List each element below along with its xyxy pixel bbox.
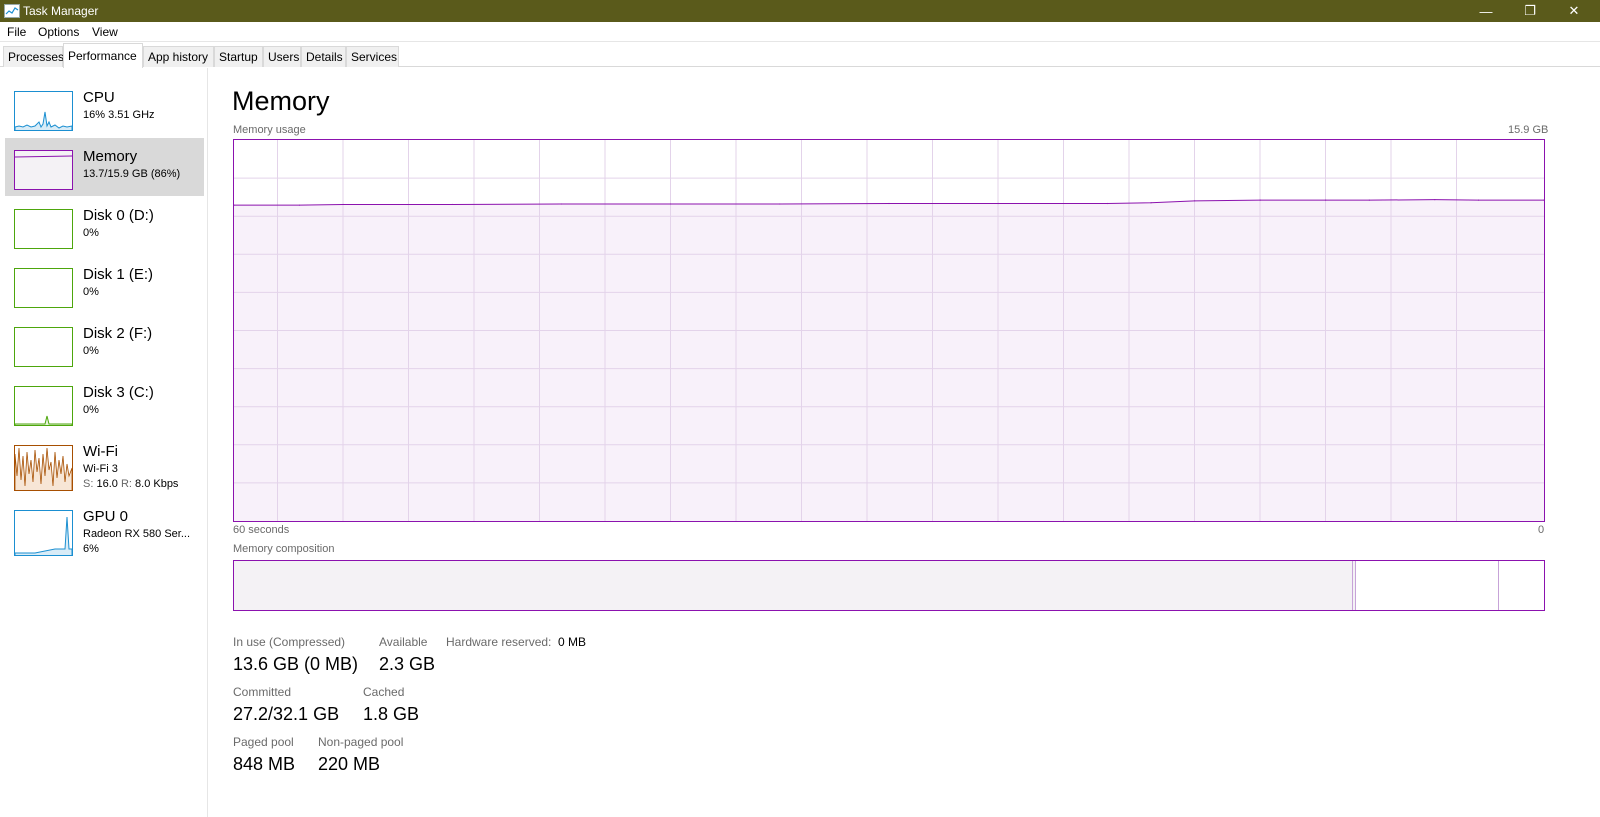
paged-pool-label: Paged pool bbox=[233, 735, 294, 749]
minimize-button[interactable]: — bbox=[1464, 0, 1508, 22]
sidebar-item-throughput: S: 16.0 R: 8.0 Kbps bbox=[83, 478, 179, 490]
cpu-thumbnail-graph bbox=[14, 91, 73, 131]
minimize-icon: — bbox=[1479, 3, 1493, 19]
hardware-reserved-value: 0 MB bbox=[558, 635, 587, 649]
sidebar-item-label: CPU bbox=[83, 89, 115, 106]
restore-button[interactable]: ❐ bbox=[1508, 0, 1552, 22]
memory-usage-point bbox=[1368, 199, 1370, 201]
memory-usage-point bbox=[670, 203, 672, 205]
memory-usage-max: 15.9 GB bbox=[1508, 124, 1549, 136]
restore-icon: ❐ bbox=[1524, 3, 1536, 18]
tab-processes[interactable]: Processes bbox=[3, 46, 64, 67]
memory-usage-point bbox=[888, 202, 890, 205]
memory-thumbnail-graph bbox=[14, 150, 73, 190]
sidebar-item-memory[interactable]: Memory 13.7/15.9 GB (86%) bbox=[5, 138, 204, 196]
sidebar-item-label: Memory bbox=[83, 148, 138, 165]
graph-time-end: 0 bbox=[1538, 524, 1545, 536]
sidebar-item-label: GPU 0 bbox=[83, 508, 129, 525]
memory-usage-point bbox=[1106, 202, 1108, 205]
close-icon: ✕ bbox=[1568, 3, 1580, 18]
composition-in-use-segment[interactable] bbox=[234, 561, 1353, 610]
memory-usage-point bbox=[779, 203, 781, 205]
available-label: Available bbox=[379, 635, 428, 649]
cached-value: 1.8 GB bbox=[363, 704, 420, 724]
sidebar-item-label: Disk 2 (F:) bbox=[83, 325, 153, 342]
graph-time-start: 60 seconds bbox=[233, 524, 290, 536]
menu-bar: File Options View bbox=[0, 22, 1600, 42]
memory-usage-chart bbox=[234, 140, 1544, 521]
cached-label: Cached bbox=[363, 685, 405, 699]
wifi-thumbnail-graph bbox=[14, 445, 73, 491]
sidebar-item-detail: 0% bbox=[83, 345, 99, 357]
sidebar-item-disk-1[interactable]: Disk 1 (E:) 0% bbox=[5, 256, 204, 314]
memory-composition-label: Memory composition bbox=[233, 543, 335, 555]
sidebar-item-utilization: 6% bbox=[83, 543, 99, 555]
menu-view[interactable]: View bbox=[92, 25, 118, 39]
sidebar-item-gpu-0[interactable]: GPU 0 Radeon RX 580 Ser... 6% bbox=[5, 498, 204, 558]
in-use-value: 13.6 GB (0 MB) bbox=[233, 654, 359, 674]
sidebar-item-cpu[interactable]: CPU 16% 3.51 GHz bbox=[5, 79, 204, 137]
sidebar-item-detail: Radeon RX 580 Ser... bbox=[83, 528, 191, 540]
disk-thumbnail-graph bbox=[14, 386, 73, 426]
gpu-thumbnail-graph bbox=[14, 510, 73, 556]
sidebar-item-label: Disk 0 (D:) bbox=[83, 207, 154, 224]
paged-pool-value: 848 MB bbox=[233, 754, 296, 774]
memory-usage-graph bbox=[233, 139, 1545, 522]
sidebar-item-detail: 0% bbox=[83, 227, 99, 239]
memory-usage-point bbox=[451, 203, 453, 206]
task-manager-icon bbox=[4, 4, 20, 18]
memory-usage-label: Memory usage bbox=[233, 124, 306, 136]
memory-usage-point bbox=[1325, 199, 1327, 201]
composition-standby-segment[interactable] bbox=[1356, 561, 1499, 610]
close-button[interactable]: ✕ bbox=[1552, 0, 1596, 22]
sidebar-item-label: Disk 1 (E:) bbox=[83, 266, 154, 283]
memory-usage-point bbox=[1150, 202, 1152, 204]
tab-users[interactable]: Users bbox=[263, 46, 301, 67]
title-bar: Task Manager — ❐ ✕ bbox=[0, 0, 1600, 22]
tab-app-history[interactable]: App history bbox=[143, 46, 214, 67]
sidebar-item-detail: 16% 3.51 GHz bbox=[83, 109, 155, 121]
memory-usage-point bbox=[1194, 200, 1196, 202]
sidebar-item-detail: 0% bbox=[83, 404, 99, 416]
non-paged-pool-label: Non-paged pool bbox=[318, 735, 404, 749]
sidebar-item-detail: 13.7/15.9 GB (86%) bbox=[83, 168, 181, 180]
hardware-reserved-label: Hardware reserved: bbox=[446, 635, 552, 649]
disk-thumbnail-graph bbox=[14, 209, 73, 249]
memory-usage-point bbox=[342, 203, 344, 206]
performance-sidebar: CPU 16% 3.51 GHz Memory 13.7/15.9 GB (86… bbox=[0, 68, 208, 817]
memory-usage-point bbox=[1477, 199, 1480, 201]
sidebar-item-label: Disk 3 (C:) bbox=[83, 384, 154, 401]
sidebar-item-detail: 0% bbox=[83, 286, 99, 298]
memory-usage-area bbox=[234, 199, 1544, 521]
disk-thumbnail-graph bbox=[14, 268, 73, 308]
tab-startup[interactable]: Startup bbox=[214, 46, 263, 67]
committed-label: Committed bbox=[233, 685, 292, 699]
memory-usage-point bbox=[1259, 199, 1261, 201]
sidebar-item-wifi[interactable]: Wi-Fi Wi-Fi 3 S: 16.0 R: 8.0 Kbps bbox=[5, 433, 204, 493]
tab-performance[interactable]: Performance bbox=[63, 43, 143, 68]
memory-usage-point bbox=[997, 202, 999, 205]
menu-options[interactable]: Options bbox=[38, 25, 79, 39]
tab-strip: Processes Performance App history Startu… bbox=[0, 42, 1600, 68]
memory-usage-point bbox=[560, 203, 563, 205]
sidebar-item-disk-3[interactable]: Disk 3 (C:) 0% bbox=[5, 374, 204, 432]
disk-thumbnail-graph bbox=[14, 327, 73, 367]
menu-file[interactable]: File bbox=[7, 25, 26, 39]
memory-usage-point bbox=[298, 204, 301, 206]
page-title: Memory bbox=[232, 86, 330, 116]
non-paged-pool-value: 220 MB bbox=[318, 754, 381, 774]
memory-composition-bar bbox=[233, 560, 1545, 611]
sidebar-item-label: Wi-Fi bbox=[83, 443, 118, 460]
available-value: 2.3 GB bbox=[379, 654, 436, 674]
tab-details[interactable]: Details bbox=[301, 46, 346, 67]
sidebar-item-disk-2[interactable]: Disk 2 (F:) 0% bbox=[5, 315, 204, 373]
memory-usage-point bbox=[1434, 199, 1436, 201]
sidebar-item-disk-0[interactable]: Disk 0 (D:) 0% bbox=[5, 197, 204, 255]
committed-value: 27.2/32.1 GB bbox=[233, 704, 340, 724]
window-title: Task Manager bbox=[23, 4, 99, 18]
in-use-label: In use (Compressed) bbox=[233, 635, 346, 649]
tab-services[interactable]: Services bbox=[346, 46, 399, 67]
sidebar-item-detail: Wi-Fi 3 bbox=[83, 463, 118, 475]
